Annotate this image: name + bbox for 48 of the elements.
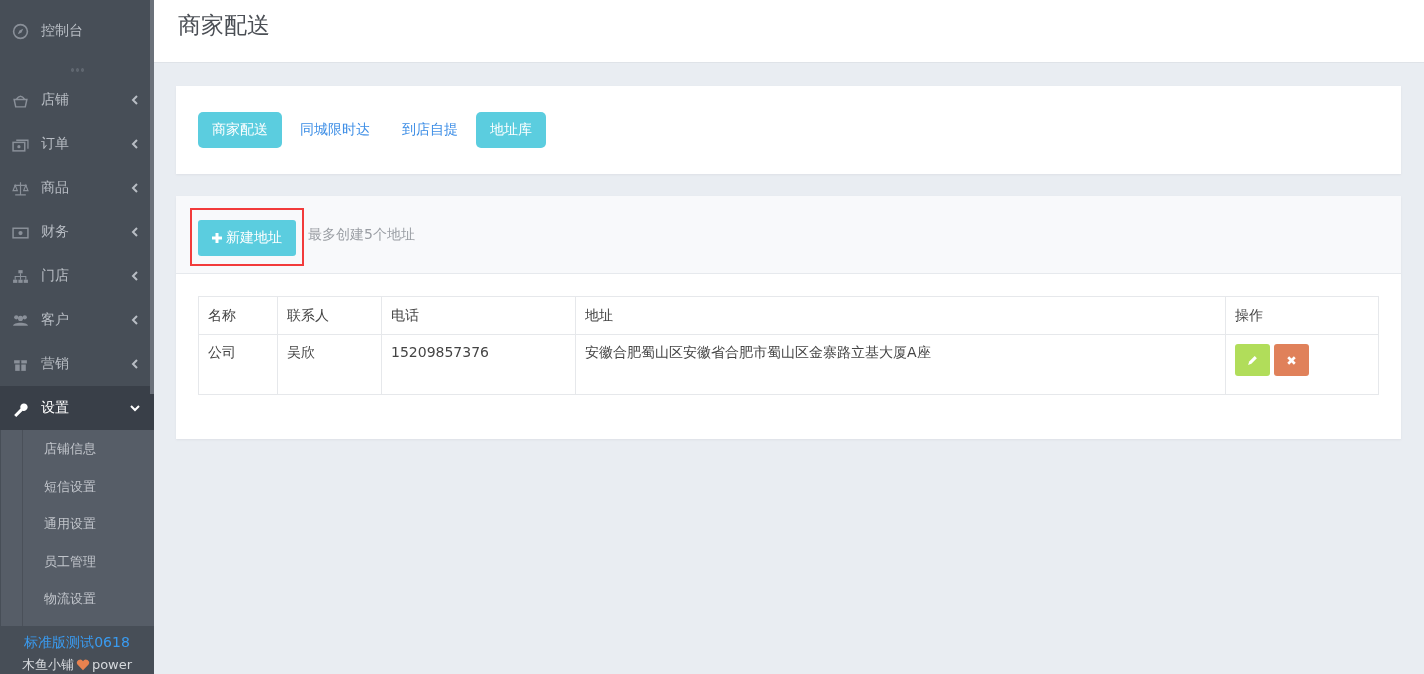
table-cell: 15209857376	[381, 334, 576, 395]
chevron-left-icon	[130, 139, 140, 149]
column-header: 联系人	[277, 296, 382, 335]
scale-icon	[12, 179, 29, 197]
table-cell: 公司	[198, 334, 278, 395]
nav-item[interactable]: 门店	[0, 254, 154, 298]
nav-item[interactable]: 营销	[0, 342, 154, 386]
column-header: 地址	[575, 296, 1226, 335]
chevron-left-icon	[130, 315, 140, 325]
heart-icon	[75, 658, 90, 671]
sitemap-icon	[12, 267, 29, 285]
brand-text: 木鱼小铺	[21, 655, 74, 674]
chevron-left-icon	[130, 271, 140, 281]
scrollbar[interactable]	[150, 0, 154, 394]
chevron-left-icon	[130, 227, 140, 237]
nav-item[interactable]: 商品	[0, 166, 154, 210]
nav-item[interactable]: 客户	[0, 298, 154, 342]
column-header: 操作	[1225, 296, 1379, 335]
delete-button[interactable]	[1274, 344, 1309, 376]
nav-item[interactable]: 店铺	[0, 78, 154, 122]
submenu-item[interactable]: 短信设置	[1, 467, 154, 506]
nav-item[interactable]: 订单	[0, 122, 154, 166]
version-link[interactable]: 标准版测试0618	[0, 633, 154, 652]
submenu-item[interactable]: 物流设置	[1, 580, 154, 618]
tab[interactable]: 到店自提	[388, 112, 472, 148]
hint-text: 最多创建5个地址	[308, 225, 415, 244]
submenu-item[interactable]: 店铺信息	[1, 430, 154, 468]
plus-icon	[212, 232, 222, 243]
column-header: 电话	[381, 296, 576, 335]
tab[interactable]: 同城限时达	[286, 112, 384, 148]
page-title: 商家配送	[178, 10, 270, 40]
chevron-left-icon	[130, 183, 140, 193]
nav-item[interactable]: 设置	[0, 386, 154, 430]
submenu-item[interactable]: 员工管理	[1, 542, 154, 581]
chevron-down-icon	[130, 403, 140, 413]
nav-item[interactable]: 财务	[0, 210, 154, 254]
table-cell: 安徽合肥蜀山区安徽省合肥市蜀山区金寨路立基大厦A座	[575, 334, 1226, 395]
table-cell: 吴欣	[277, 334, 382, 395]
close-icon	[1286, 354, 1297, 366]
submenu-item[interactable]: 通用设置	[1, 505, 154, 543]
column-header: 名称	[198, 296, 278, 335]
chevron-left-icon	[130, 359, 140, 369]
pencil-icon	[1247, 354, 1258, 366]
chevron-left-icon	[130, 95, 140, 105]
edit-button[interactable]	[1235, 344, 1270, 376]
compass-icon	[12, 22, 29, 40]
powered-text: power	[91, 657, 133, 673]
nav-item[interactable]: 控制台	[0, 0, 154, 62]
